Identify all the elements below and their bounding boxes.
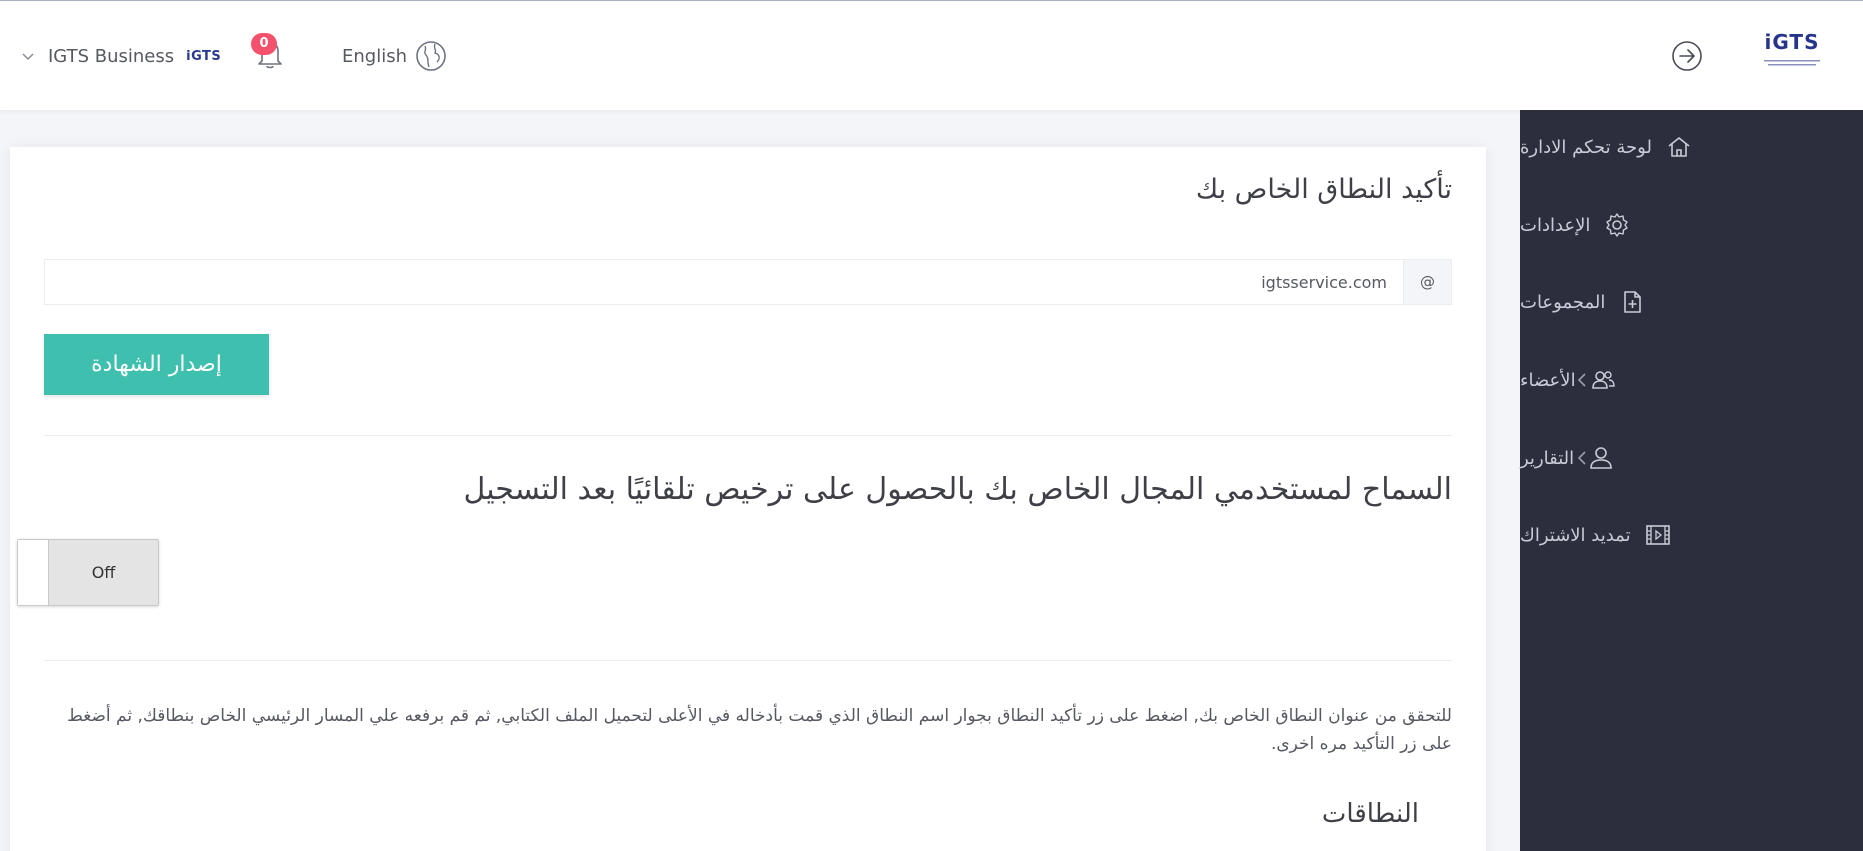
toggle-knob: [18, 540, 49, 605]
home-icon: [1668, 137, 1690, 157]
account-menu[interactable]: IGTS Business iGTS: [20, 41, 221, 71]
sidebar-item-label: الأعضاء: [1520, 369, 1576, 391]
domain-prefix-addon: @: [1403, 260, 1451, 304]
domain-input-group: @: [44, 259, 1452, 305]
brand-logo[interactable]: iGTS: [1762, 31, 1822, 67]
auto-license-title: السماح لمستخدمي المجال الخاص بك بالحصول …: [463, 472, 1452, 507]
sidebar-item-label: تمديد الاشتراك: [1520, 524, 1631, 546]
sidebar-item-label: المجموعات: [1520, 291, 1606, 313]
sidebar-item-label: لوحة تحكم الادارة: [1520, 136, 1652, 158]
users-icon: [1591, 371, 1615, 389]
language-switcher[interactable]: English: [342, 39, 447, 73]
issue-certificate-button[interactable]: إصدار الشهادة: [44, 334, 269, 395]
account-name: IGTS Business: [48, 45, 175, 67]
auto-license-toggle[interactable]: Off: [17, 539, 159, 606]
domain-verification-card: تأكيد النطاق الخاص بك @ إصدار الشهادة ال…: [10, 147, 1486, 851]
top-header: IGTS Business iGTS 0 English iGTS: [0, 0, 1863, 110]
chevron-left-icon: [1577, 373, 1586, 387]
section-divider: [44, 660, 1452, 661]
file-plus-icon: [1624, 291, 1642, 313]
sidebar-item-settings[interactable]: الإعدادات: [1520, 200, 1863, 250]
globe-icon: [416, 41, 446, 71]
sidebar: لوحة تحكم الادارة الإعدادات المجموعات ال…: [1520, 110, 1863, 851]
sidebar-item-label: التقارير: [1520, 447, 1575, 469]
page-title: تأكيد النطاق الخاص بك: [1195, 174, 1452, 205]
chevron-down-icon: [22, 53, 34, 61]
sidebar-item-label: الإعدادات: [1520, 214, 1591, 236]
brand-tagline-graphic: [1764, 60, 1820, 66]
sidebar-item-groups[interactable]: المجموعات: [1520, 277, 1863, 327]
domain-input[interactable]: [45, 260, 1403, 304]
gear-icon: [1606, 213, 1629, 237]
chevron-left-icon: [1577, 451, 1586, 465]
sidebar-item-members[interactable]: الأعضاء: [1520, 355, 1863, 405]
notification-badge: 0: [251, 33, 277, 55]
brand-logo-text: iGTS: [1764, 30, 1820, 54]
film-icon: [1645, 525, 1670, 545]
sidebar-item-renew-subscription[interactable]: تمديد الاشتراك: [1520, 510, 1863, 560]
language-label: English: [342, 45, 407, 67]
account-logo: iGTS: [186, 48, 222, 64]
verification-help-text: للتحقق من عنوان النطاق الخاص بك, اضغط عل…: [67, 706, 1452, 754]
section-divider: [44, 435, 1452, 436]
toggle-state-label: Off: [91, 563, 116, 582]
domains-section-title: النطاقات: [1321, 799, 1419, 829]
sidebar-item-dashboard[interactable]: لوحة تحكم الادارة: [1520, 122, 1863, 172]
toggle-sidebar-icon[interactable]: [1671, 40, 1703, 72]
sidebar-item-reports[interactable]: التقارير: [1520, 433, 1863, 483]
user-icon: [1590, 447, 1612, 469]
